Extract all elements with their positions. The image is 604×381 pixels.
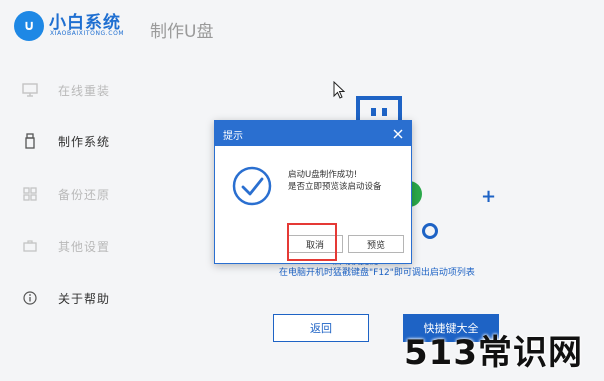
plus-icon: + bbox=[481, 186, 497, 207]
toolbox-icon bbox=[22, 238, 38, 254]
logo-badge: ∪ bbox=[14, 11, 44, 41]
sidebar-item-online-reinstall[interactable]: 在线重装 bbox=[22, 79, 110, 101]
usb-drive-icon bbox=[22, 133, 38, 149]
dialog-message-line2: 是否立即预览该启动设备 bbox=[288, 182, 382, 192]
dialog-message-line1: 启动U盘制作成功! bbox=[288, 170, 358, 180]
dialog-title: 提示 bbox=[223, 131, 243, 142]
sidebar-item-label: 关于帮助 bbox=[58, 291, 111, 306]
sidebar-item-label: 在线重装 bbox=[58, 83, 111, 98]
monitor-icon bbox=[22, 82, 38, 98]
sidebar-item-make-system[interactable]: 制作系统 bbox=[22, 130, 110, 152]
back-button[interactable]: 返回 bbox=[273, 314, 369, 342]
sidebar-item-other-settings[interactable]: 其他设置 bbox=[22, 235, 110, 257]
preview-button[interactable]: 预览 bbox=[348, 235, 404, 253]
mouse-cursor-icon bbox=[333, 80, 346, 103]
close-icon[interactable] bbox=[391, 126, 405, 140]
backup-icon bbox=[22, 186, 38, 202]
sidebar-item-backup-restore[interactable]: 备份还原 bbox=[22, 183, 110, 205]
logo-glyph: ∪ bbox=[23, 18, 35, 34]
app-window: ∪ 小白系统 XIAOBAIXITONG.COM 制作U盘 在线重装 制作系统 … bbox=[0, 0, 604, 381]
sidebar-item-label: 其他设置 bbox=[58, 239, 111, 254]
success-check-icon bbox=[232, 166, 272, 210]
page-title: 制作U盘 bbox=[150, 22, 214, 42]
hotkey-instructions: 在电脑开机时猛戳键盘"F12"即可调出启动项列表 bbox=[279, 268, 475, 278]
sidebar-item-label: 备份还原 bbox=[58, 187, 111, 202]
info-icon bbox=[22, 290, 38, 306]
usb-slot bbox=[382, 108, 387, 116]
brand-subtitle: XIAOBAIXITONG.COM bbox=[50, 30, 125, 37]
dialog-header: 提示 bbox=[215, 121, 411, 146]
annotation-highlight-box bbox=[287, 223, 337, 261]
sidebar-item-label: 制作系统 bbox=[58, 134, 111, 149]
sidebar-item-about-help[interactable]: 关于帮助 bbox=[22, 287, 110, 309]
site-watermark: 513常识网 bbox=[404, 333, 583, 373]
ring-decoration bbox=[422, 223, 438, 239]
usb-slot bbox=[371, 108, 376, 116]
